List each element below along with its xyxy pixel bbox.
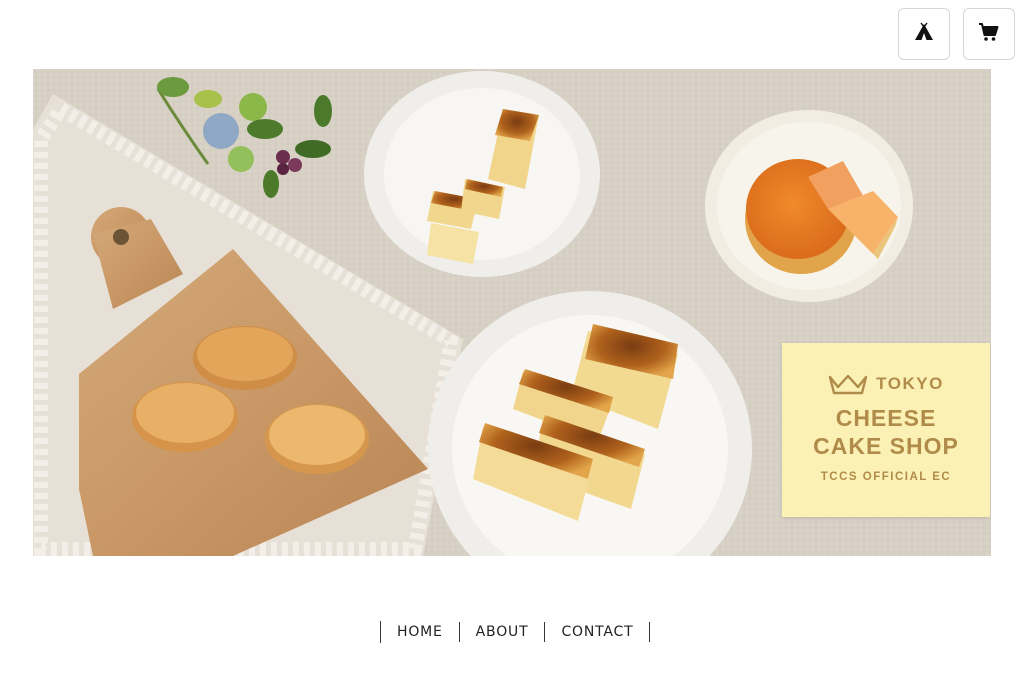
logo-cake-shop: CAKE SHOP (813, 433, 959, 459)
tent-icon (914, 22, 934, 47)
camp-button[interactable] (898, 8, 950, 60)
nav-home-link[interactable]: HOME (381, 622, 460, 642)
nav-about-link[interactable]: ABOUT (460, 622, 546, 642)
main-nav: HOME ABOUT CONTACT (380, 621, 651, 643)
crown-icon (828, 373, 868, 395)
logo-tagline: TCCS OFFICIAL EC (820, 471, 952, 483)
logo-cheese: CHEESE (835, 405, 937, 431)
cart-icon (978, 22, 1000, 47)
hero-banner: TOKYO CHEESE CAKE SHOP TCCS OFFICIAL EC (33, 69, 991, 556)
cart-button[interactable] (963, 8, 1015, 60)
logo-tokyo: TOKYO (876, 374, 944, 393)
shop-logo: TOKYO CHEESE CAKE SHOP TCCS OFFICIAL EC (782, 343, 990, 517)
nav-contact-link[interactable]: CONTACT (545, 622, 651, 642)
